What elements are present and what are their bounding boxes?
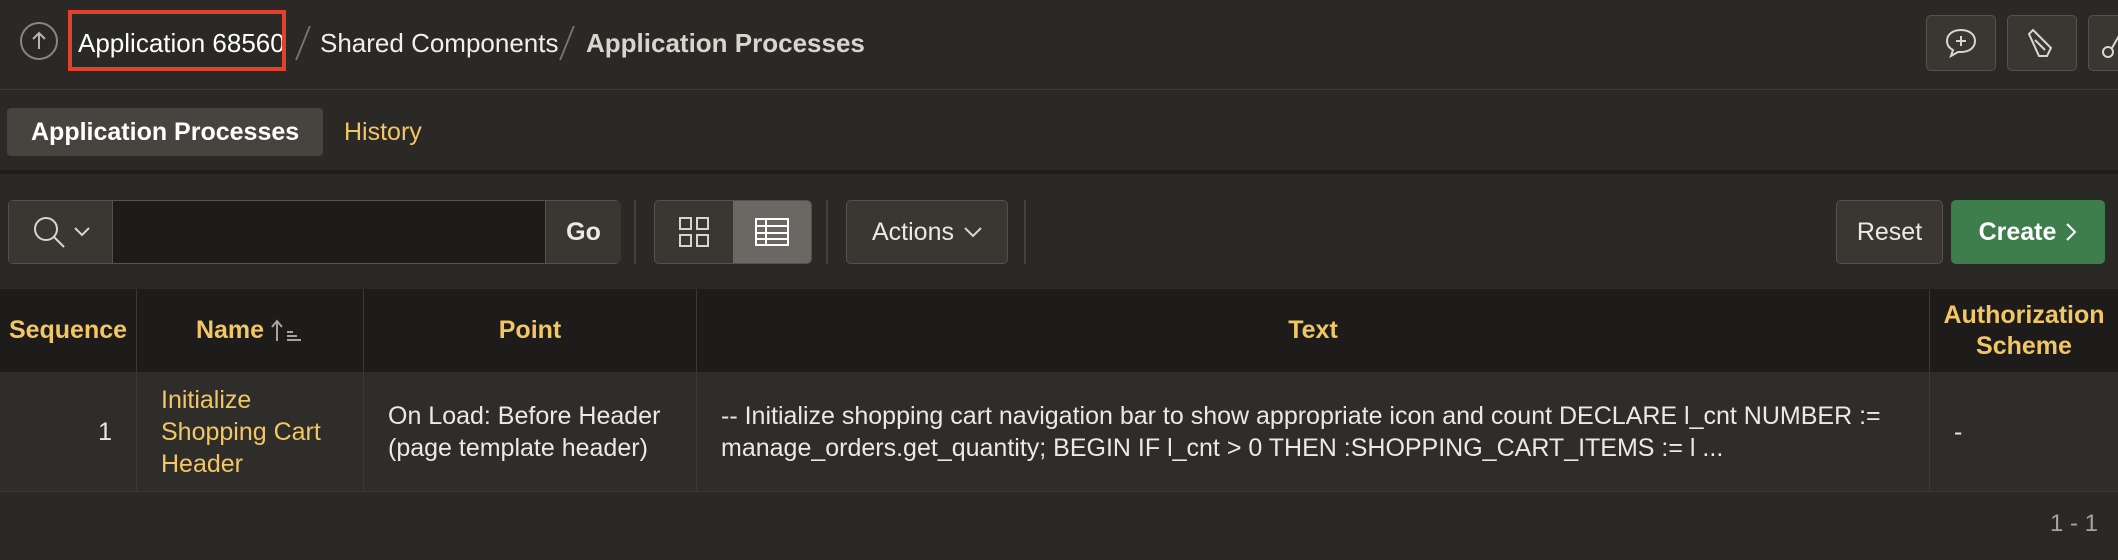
create-label: Create	[1978, 217, 2057, 246]
shared-tool-button[interactable]	[2088, 15, 2118, 71]
cell-text: -- Initialize shopping cart navigation b…	[697, 372, 1930, 491]
top-bar: Application 68560 Shared Components Appl…	[0, 0, 2118, 90]
highlight-box	[68, 10, 286, 71]
breadcrumb-separator	[295, 26, 311, 60]
actions-label: Actions	[872, 217, 954, 246]
view-toggle-group	[654, 200, 812, 264]
cell-point: On Load: Before Header (page template he…	[364, 372, 697, 491]
actions-menu-button[interactable]: Actions	[846, 200, 1008, 264]
toolbar-separator	[1024, 200, 1026, 264]
table-icon	[755, 218, 789, 246]
search-column-selector[interactable]	[9, 201, 113, 263]
toolbar-separator	[826, 200, 828, 264]
highlighter-icon	[2027, 28, 2053, 57]
toolbar-separator	[634, 200, 636, 264]
breadcrumb-separator	[559, 26, 575, 60]
tab-application-processes[interactable]: Application Processes	[7, 108, 324, 156]
grid-icon	[679, 217, 709, 247]
breadcrumb-shared-components[interactable]: Shared Components	[320, 28, 558, 58]
cell-name-link[interactable]: Initialize Shopping Cart Header	[137, 372, 364, 491]
shared-tool-icon	[2102, 35, 2118, 58]
chevron-right-icon	[2066, 223, 2077, 241]
feedback-button[interactable]	[1926, 15, 1996, 71]
create-button[interactable]: Create	[1951, 200, 2105, 264]
search-icon	[33, 217, 65, 248]
table-header: Sequence Name Point Text Authorization S…	[0, 289, 2118, 372]
chevron-down-icon	[73, 227, 90, 237]
sort-ascending-icon	[271, 318, 302, 341]
up-arrow-button[interactable]	[20, 22, 58, 60]
pagination-info: 1 - 1	[2049, 510, 2098, 537]
page-title: Application Processes	[586, 28, 865, 58]
report-view-button[interactable]	[733, 201, 811, 263]
column-header-authorization-scheme[interactable]: Authorization Scheme	[1930, 289, 2118, 372]
column-header-name[interactable]: Name	[137, 289, 364, 372]
cell-sequence: 1	[0, 372, 137, 491]
column-header-point[interactable]: Point	[364, 289, 697, 372]
search-input[interactable]	[113, 201, 545, 263]
column-header-name-label: Name	[195, 316, 265, 344]
icon-view-button[interactable]	[655, 201, 733, 263]
column-header-sequence[interactable]: Sequence	[0, 289, 137, 372]
cell-authorization-scheme: -	[1954, 417, 1963, 446]
developer-tools-button[interactable]	[2007, 15, 2077, 71]
tab-history[interactable]: History	[320, 108, 446, 156]
table-row: 1 Initialize Shopping Cart Header On Loa…	[0, 372, 2118, 492]
feedback-icon	[1945, 28, 1977, 59]
reset-button[interactable]: Reset	[1836, 200, 1943, 264]
go-button[interactable]: Go	[545, 201, 621, 263]
chevron-down-icon	[964, 226, 982, 237]
search-bar: Go	[8, 200, 621, 264]
up-arrow-icon	[32, 31, 46, 49]
column-header-text[interactable]: Text	[697, 289, 1930, 372]
